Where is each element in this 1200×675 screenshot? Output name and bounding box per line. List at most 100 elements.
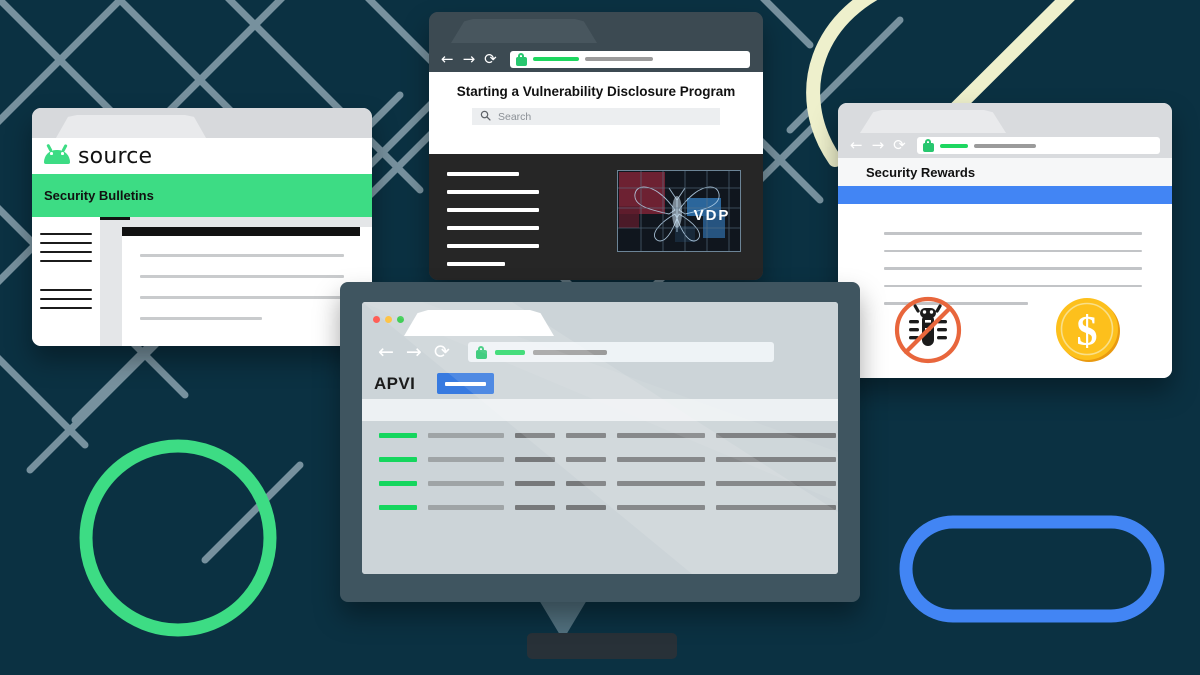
sidebar-item[interactable] (40, 289, 92, 291)
arrow-left-icon[interactable]: ← (850, 138, 863, 153)
content-line (447, 226, 539, 230)
arrow-left-icon[interactable]: ← (378, 342, 394, 362)
table-cell (716, 433, 836, 438)
table-cell (566, 433, 606, 438)
browser-toolbar[interactable]: ← → ⟳ (838, 133, 1172, 158)
sidebar-item[interactable] (40, 251, 92, 253)
table-cell (428, 505, 504, 510)
window-vdp[interactable]: ← → ⟳ Starting a Vulnerability Disclosur… (429, 12, 763, 280)
dollar-coin-icon: $ (1050, 292, 1126, 368)
content-line (140, 317, 262, 320)
sidebar-nav[interactable] (32, 217, 100, 346)
browser-toolbar[interactable]: ← → ⟳ (429, 46, 763, 72)
table-cell (566, 457, 606, 462)
android-robot-icon (44, 143, 70, 164)
reload-icon[interactable]: ⟳ (893, 138, 906, 153)
padlock-icon (475, 345, 487, 359)
browser-tab[interactable] (404, 310, 554, 336)
sidebar-item[interactable] (40, 260, 92, 262)
content-column (100, 217, 372, 346)
content-line (447, 190, 539, 194)
section-nav-bar: Security Bulletins (32, 174, 372, 217)
search-placeholder: Search (498, 110, 532, 123)
svg-text:$: $ (1077, 309, 1098, 355)
reload-icon[interactable]: ⟳ (434, 342, 450, 362)
content-line (140, 254, 344, 257)
table-row[interactable] (362, 505, 838, 510)
traffic-light-close[interactable] (373, 315, 380, 323)
padlock-icon (515, 52, 527, 66)
status-badge (379, 457, 417, 462)
sidebar-item[interactable] (40, 242, 92, 244)
url-segment-secure (939, 143, 968, 148)
url-segment-secure (494, 349, 525, 355)
butterfly-moth-image: VDP (617, 170, 741, 252)
table-cell (617, 433, 705, 438)
table-cell (566, 481, 606, 486)
table-row[interactable] (362, 481, 838, 486)
window-security-rewards[interactable]: ← → ⟳ Security Rewards $ (838, 103, 1172, 378)
monitor-screen[interactable]: ← → ⟳ APVI (362, 302, 838, 574)
content-line (447, 208, 539, 212)
table-cell (515, 481, 555, 486)
arrow-right-icon[interactable]: → (406, 342, 422, 362)
sidebar-item[interactable] (40, 233, 92, 235)
browser-chrome (838, 103, 1172, 133)
arrow-left-icon[interactable]: ← (441, 51, 454, 67)
table-header-row (362, 399, 838, 421)
primary-button[interactable] (437, 373, 495, 394)
browser-tab[interactable] (56, 115, 206, 138)
page-body: $ (838, 204, 1172, 378)
sidebar-item[interactable] (40, 307, 92, 309)
accent-bar (838, 186, 1172, 204)
content-line (140, 275, 344, 278)
content-line (140, 296, 344, 299)
table-cell (617, 457, 705, 462)
no-bug-icon (890, 292, 966, 368)
reload-icon[interactable]: ⟳ (484, 51, 497, 67)
browser-chrome (32, 108, 372, 138)
browser-tab[interactable] (451, 19, 597, 43)
arrow-right-icon[interactable]: → (463, 51, 476, 67)
page-header: Security Rewards (838, 158, 1172, 186)
page-body (32, 217, 372, 346)
table-row[interactable] (362, 433, 838, 438)
content-line (884, 249, 1142, 252)
address-bar[interactable] (509, 50, 750, 68)
section-title: Security Bulletins (44, 188, 154, 203)
site-wordmark: source (78, 143, 153, 169)
search-icon (480, 110, 491, 124)
traffic-light-minimize[interactable] (385, 315, 392, 323)
content-heading-placeholder (122, 227, 360, 236)
status-badge (379, 481, 417, 486)
table-cell (515, 433, 555, 438)
url-segment-secure (532, 57, 579, 61)
browser-chrome (429, 12, 763, 46)
table-cell (716, 481, 836, 486)
table-cell (515, 457, 555, 462)
traffic-light-maximize[interactable] (397, 315, 404, 323)
page-title: Starting a Vulnerability Disclosure Prog… (456, 84, 736, 99)
arrow-right-icon[interactable]: → (872, 138, 885, 153)
sidebar-item[interactable] (40, 298, 92, 300)
status-badge (379, 505, 417, 510)
table-cell (617, 505, 705, 510)
content-line (884, 232, 1142, 235)
table-row[interactable] (362, 457, 838, 462)
url-segment-path (973, 143, 1036, 148)
content-line (447, 244, 539, 248)
address-bar[interactable] (916, 137, 1160, 154)
browser-tab[interactable] (860, 110, 1006, 133)
window-android-source[interactable]: source Security Bulletins (32, 108, 372, 346)
table-cell (716, 457, 836, 462)
search-input[interactable]: Search (472, 108, 720, 125)
browser-toolbar[interactable]: ← → ⟳ (362, 336, 838, 368)
app-header: APVI (362, 368, 838, 399)
address-bar[interactable] (467, 342, 774, 362)
table-cell (566, 505, 606, 510)
table-cell (617, 481, 705, 486)
page-body-dark: VDP (429, 154, 763, 280)
vulnerability-table[interactable] (362, 421, 838, 574)
page-header: Starting a Vulnerability Disclosure Prog… (429, 72, 763, 154)
table-cell (428, 481, 504, 486)
